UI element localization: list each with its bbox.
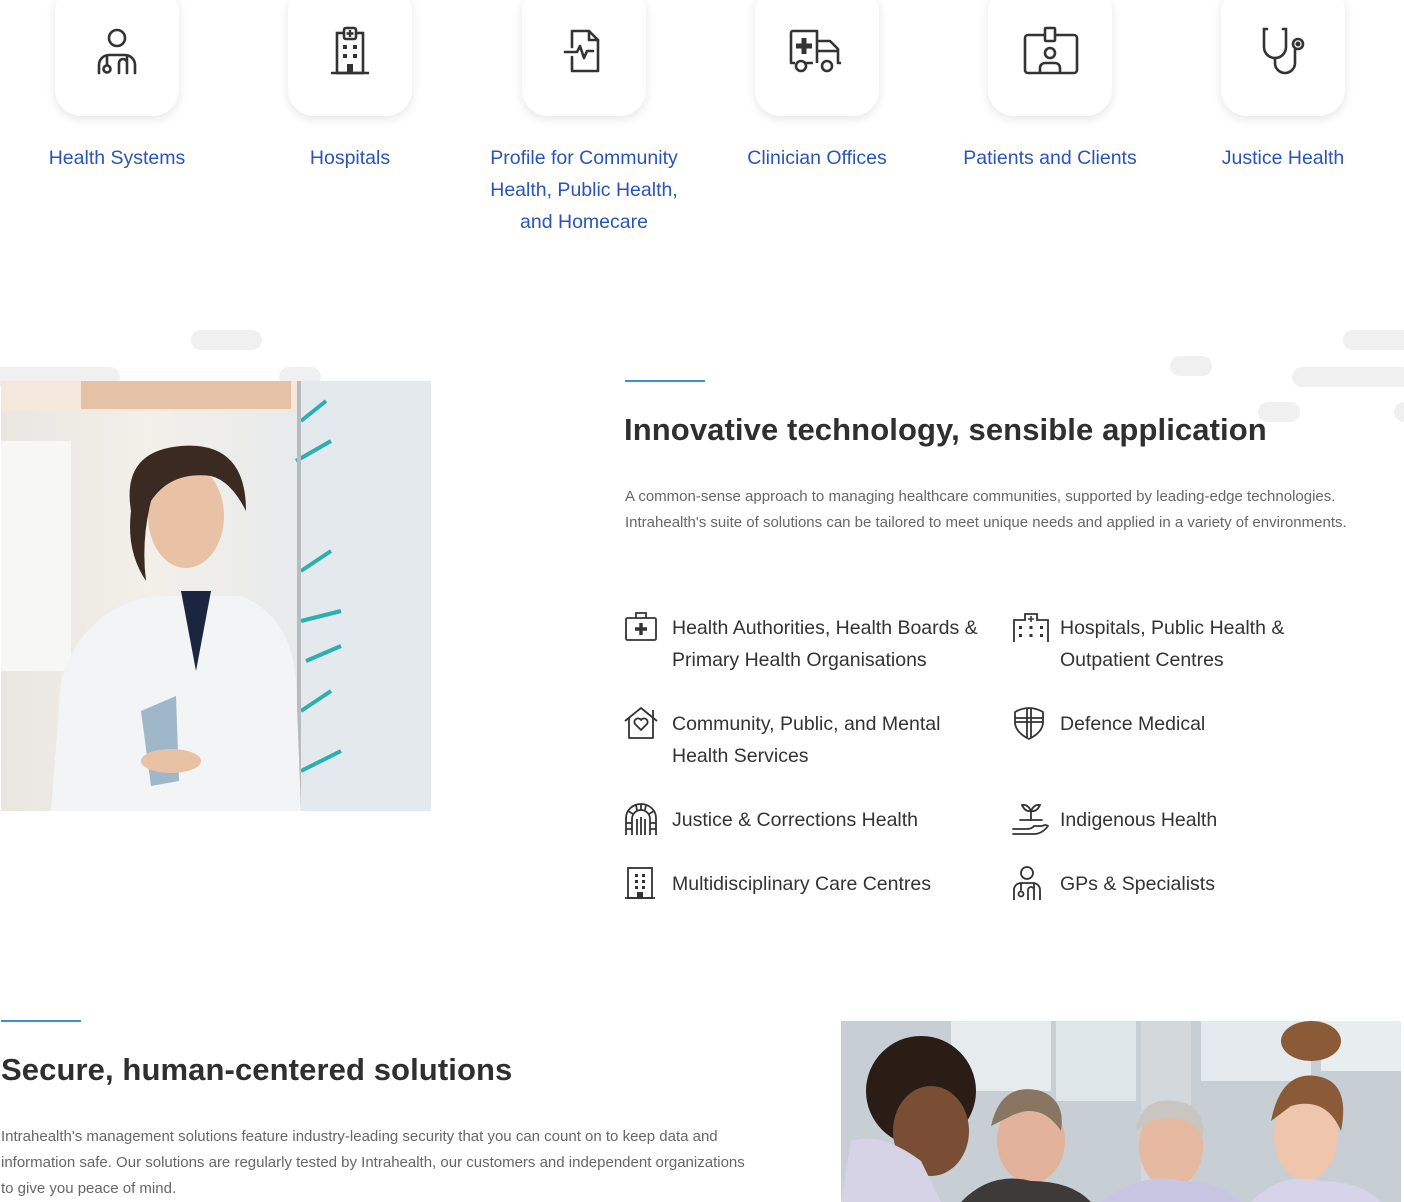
- prison-gate-icon: [625, 803, 657, 835]
- feature-label: Multidisciplinary Care Centres: [672, 873, 932, 895]
- tile-label[interactable]: Justice Health: [1166, 142, 1400, 174]
- home-heart-icon: [624, 707, 658, 739]
- category-tiles: Health Systems Hospitals Profile for Com…: [0, 0, 1404, 290]
- tile-card[interactable]: [1221, 0, 1345, 116]
- feature-label: Justice & Corrections Health: [672, 809, 919, 831]
- doctor-photo: [1, 381, 431, 811]
- feature-defence-medical: Defence Medical: [1012, 707, 1342, 740]
- tile-card[interactable]: [55, 0, 179, 116]
- feature-gps-specialists: GPs & Specialists: [1012, 866, 1342, 900]
- tile-label[interactable]: Clinician Offices: [700, 142, 934, 174]
- medical-file-icon: [563, 29, 600, 73]
- feature-label: Indigenous Health: [1060, 809, 1218, 831]
- first-aid-kit-icon: [625, 612, 657, 641]
- hospital-icon: [1013, 613, 1049, 642]
- team-photo: [841, 1021, 1401, 1202]
- id-badge-icon: [1023, 26, 1079, 75]
- tile-label[interactable]: Profile for Community Health, Public Hea…: [486, 142, 682, 238]
- doctor-icon: [1013, 866, 1041, 900]
- feature-label: Hospitals, Public Health & Outpatient Ce…: [1060, 617, 1285, 671]
- secure-description: Intrahealth's management solutions featu…: [1, 1128, 745, 1197]
- tile-card[interactable]: [522, 0, 646, 116]
- feature-label: Defence Medical: [1060, 713, 1206, 735]
- feature-label: Health Authorities, Health Boards & Prim…: [672, 617, 978, 671]
- stethoscope-icon: [1262, 27, 1305, 75]
- feature-label: Community, Public, and Mental Health Ser…: [672, 713, 941, 767]
- feature-label: GPs & Specialists: [1060, 873, 1215, 895]
- decorative-pill: [1292, 367, 1404, 387]
- tile-card[interactable]: [988, 0, 1112, 116]
- tile-label[interactable]: Hospitals: [233, 142, 467, 174]
- decorative-pill: [1170, 356, 1212, 376]
- decorative-pill: [1394, 402, 1404, 422]
- plant-hand-icon: [1012, 803, 1050, 835]
- team-photo-illustration: [841, 1021, 1401, 1202]
- feature-justice-corrections: Justice & Corrections Health: [624, 803, 994, 836]
- decorative-pill: [1343, 330, 1404, 350]
- secure-heading: Secure, human-centered solutions: [1, 1052, 513, 1087]
- feature-indigenous-health: Indigenous Health: [1012, 803, 1342, 836]
- doctor-photo-illustration: [1, 381, 431, 811]
- feature-community-mental-health: Community, Public, and Mental Health Ser…: [624, 707, 994, 772]
- decorative-pill: [191, 330, 262, 350]
- innovative-heading: Innovative technology, sensible applicat…: [624, 412, 1267, 447]
- section-accent-line: [625, 380, 705, 382]
- section-accent-line: [1, 1020, 81, 1022]
- ambulance-icon: [789, 29, 841, 73]
- doctor-icon: [97, 28, 137, 75]
- tile-card[interactable]: [288, 0, 412, 116]
- innovative-description: A common-sense approach to managing heal…: [625, 488, 1347, 531]
- shield-cross-icon: [1014, 707, 1044, 740]
- tile-card[interactable]: [755, 0, 879, 116]
- tile-label[interactable]: Patients and Clients: [933, 142, 1167, 174]
- building-icon: [625, 867, 655, 899]
- feature-multidisciplinary: Multidisciplinary Care Centres: [624, 867, 994, 900]
- hospital-building-icon: [331, 26, 369, 75]
- feature-health-authorities: Health Authorities, Health Boards & Prim…: [624, 612, 994, 676]
- feature-hospitals: Hospitals, Public Health & Outpatient Ce…: [1012, 612, 1342, 676]
- tile-label[interactable]: Health Systems: [0, 142, 234, 174]
